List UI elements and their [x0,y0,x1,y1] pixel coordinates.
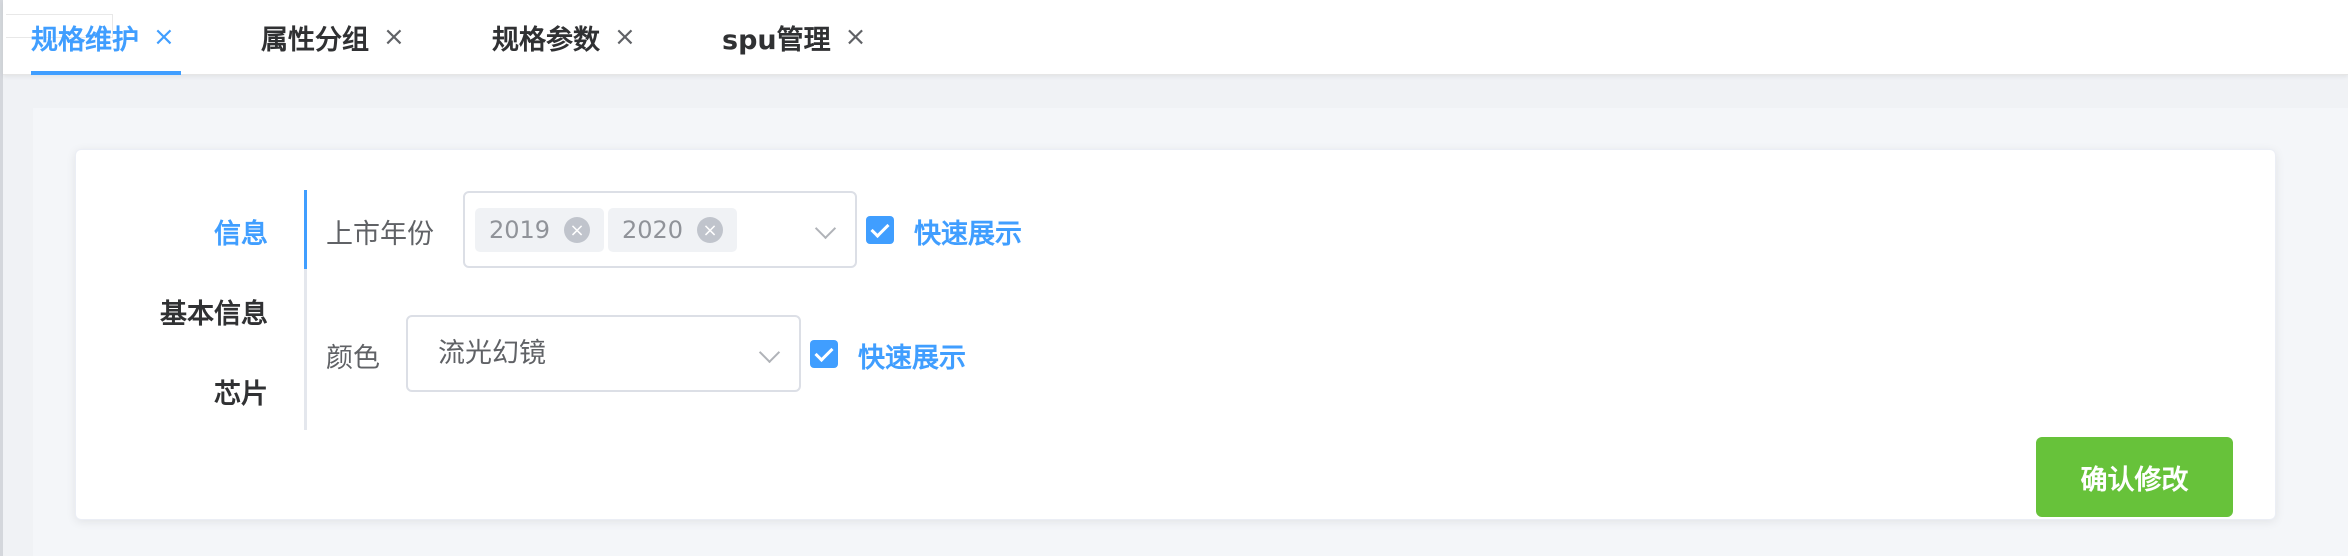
window-left-border [0,0,3,556]
tab-label: 规格维护 [31,24,139,56]
close-icon[interactable]: × [614,22,636,52]
chevron-down-icon [758,341,781,364]
side-tab-info[interactable]: 信息 [214,212,268,251]
year-tag: 2020 × [608,208,738,252]
tab-label: spu管理 [722,24,831,56]
tag-close-icon[interactable]: × [697,217,724,243]
tag-label: 2019 [489,216,551,244]
year-label: 上市年份 [326,219,434,250]
year-quick-show-label[interactable]: 快速展示 [914,212,1022,251]
side-tab-active-indicator [304,190,307,269]
year-tag: 2019 × [475,208,605,252]
tab-attr-group[interactable]: 属性分组 × [261,0,405,74]
check-icon [870,218,890,238]
confirm-modify-button[interactable]: 确认修改 [2036,437,2233,517]
year-quick-show-checkbox[interactable] [866,216,894,244]
tag-close-icon[interactable]: × [564,217,591,243]
side-tab-chip[interactable]: 芯片 [214,372,268,411]
tab-spec-maintain[interactable]: 规格维护 × [31,0,175,74]
year-multiselect[interactable]: 2019 × 2020 × [463,191,857,268]
close-icon[interactable]: × [845,22,867,52]
color-label: 颜色 [326,343,380,374]
side-tabs: 信息 基本信息 芯片 [150,190,268,430]
tag-label: 2020 [622,216,684,244]
tab-label: 属性分组 [261,24,369,56]
tab-spu-manage[interactable]: spu管理 × [722,0,866,74]
tab-label: 规格参数 [492,24,600,56]
close-icon[interactable]: × [153,22,175,52]
color-select[interactable]: 流光幻镜 [406,315,801,392]
chevron-down-icon [814,217,837,240]
side-tab-basic-info[interactable]: 基本信息 [160,292,268,331]
tab-spec-params[interactable]: 规格参数 × [492,0,636,74]
color-quick-show-checkbox[interactable] [810,340,838,368]
close-icon[interactable]: × [383,22,405,52]
active-tab-indicator [31,71,181,75]
check-icon [814,342,834,362]
color-quick-show-label[interactable]: 快速展示 [858,336,966,375]
color-select-value: 流光幻镜 [438,338,546,369]
